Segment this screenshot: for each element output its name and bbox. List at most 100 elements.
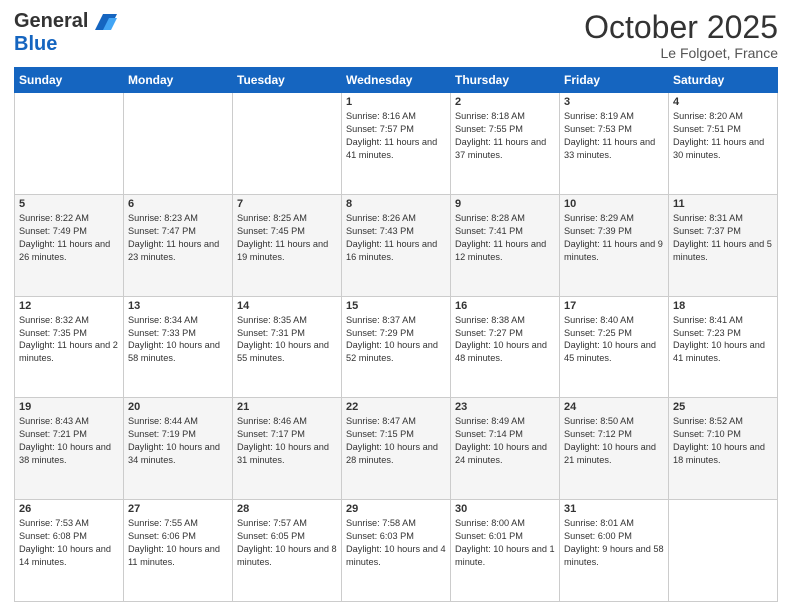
calendar-cell: 10Sunrise: 8:29 AMSunset: 7:39 PMDayligh… <box>560 194 669 296</box>
calendar-cell <box>124 93 233 195</box>
calendar-week-row: 12Sunrise: 8:32 AMSunset: 7:35 PMDayligh… <box>15 296 778 398</box>
calendar-week-row: 19Sunrise: 8:43 AMSunset: 7:21 PMDayligh… <box>15 398 778 500</box>
daylight-hours: Daylight: 10 hours and 34 minutes. <box>128 442 220 465</box>
calendar-cell: 14Sunrise: 8:35 AMSunset: 7:31 PMDayligh… <box>233 296 342 398</box>
calendar-cell: 2 Sunrise: 8:18 AMSunset: 7:55 PMDaylight… <box>451 93 560 195</box>
day-info: Sunrise: 8:34 AMSunset: 7:33 PMDaylight:… <box>128 314 228 366</box>
daylight-hours: Daylight: 11 hours and 9 minutes. <box>564 239 663 262</box>
col-tuesday: Tuesday <box>233 68 342 93</box>
day-info: Sunrise: 8:40 AMSunset: 7:25 PMDaylight:… <box>564 314 664 366</box>
calendar-header-row: Sunday Monday Tuesday Wednesday Thursday… <box>15 68 778 93</box>
calendar-cell: 11 Sunrise: 8:31 AMSunset: 7:37 PMDayligh… <box>669 194 778 296</box>
day-number: 29 <box>346 503 446 515</box>
calendar-cell: 28 Sunrise: 7:57 AMSunset: 6:05 PMDayligh… <box>233 500 342 602</box>
daylight-hours: Daylight: 10 hours and 18 minutes. <box>673 442 765 465</box>
col-saturday: Saturday <box>669 68 778 93</box>
calendar-cell: 16 Sunrise: 8:38 AMSunset: 7:27 PMDayligh… <box>451 296 560 398</box>
calendar-cell: 7Sunrise: 8:25 AMSunset: 7:45 PMDaylight… <box>233 194 342 296</box>
day-info: Sunrise: 8:01 AMSunset: 6:00 PMDaylight:… <box>564 517 664 569</box>
day-number: 20 <box>128 401 228 413</box>
daylight-hours: Daylight: 11 hours and 41 minutes. <box>346 137 437 160</box>
day-number: 8 <box>346 198 446 210</box>
col-monday: Monday <box>124 68 233 93</box>
day-number: 2 <box>455 96 555 108</box>
day-info: Sunrise: 8:50 AMSunset: 7:12 PMDaylight:… <box>564 415 664 467</box>
day-info: Sunrise: 7:55 AMSunset: 6:06 PMDaylight:… <box>128 517 228 569</box>
daylight-hours: Daylight: 11 hours and 12 minutes. <box>455 239 546 262</box>
calendar-cell: 17Sunrise: 8:40 AMSunset: 7:25 PMDayligh… <box>560 296 669 398</box>
logo-general: General <box>14 10 88 32</box>
daylight-hours: Daylight: 11 hours and 30 minutes. <box>673 137 764 160</box>
daylight-hours: Daylight: 10 hours and 11 minutes. <box>128 544 220 567</box>
daylight-hours: Daylight: 11 hours and 23 minutes. <box>128 239 219 262</box>
calendar-cell: 6Sunrise: 8:23 AMSunset: 7:47 PMDaylight… <box>124 194 233 296</box>
day-info: Sunrise: 8:47 AMSunset: 7:15 PMDaylight:… <box>346 415 446 467</box>
calendar-cell: 31Sunrise: 8:01 AMSunset: 6:00 PMDayligh… <box>560 500 669 602</box>
day-number: 13 <box>128 300 228 312</box>
daylight-hours: Daylight: 11 hours and 33 minutes. <box>564 137 655 160</box>
day-number: 12 <box>19 300 119 312</box>
daylight-hours: Daylight: 11 hours and 26 minutes. <box>19 239 110 262</box>
daylight-hours: Daylight: 10 hours and 58 minutes. <box>128 340 220 363</box>
calendar-cell: 23Sunrise: 8:49 AMSunset: 7:14 PMDayligh… <box>451 398 560 500</box>
day-info: Sunrise: 8:38 AMSunset: 7:27 PMDaylight:… <box>455 314 555 366</box>
day-number: 18 <box>673 300 773 312</box>
calendar-week-row: 26Sunrise: 7:53 AMSunset: 6:08 PMDayligh… <box>15 500 778 602</box>
day-info: Sunrise: 8:37 AMSunset: 7:29 PMDaylight:… <box>346 314 446 366</box>
calendar-cell: 24Sunrise: 8:50 AMSunset: 7:12 PMDayligh… <box>560 398 669 500</box>
page-container: General Blue October 2025 Le Folgoet, Fr… <box>0 0 792 612</box>
logo-icon <box>95 14 117 30</box>
month-title: October 2025 <box>584 10 778 45</box>
calendar-cell: 29 Sunrise: 7:58 AMSunset: 6:03 PMDayligh… <box>342 500 451 602</box>
day-number: 7 <box>237 198 337 210</box>
calendar-cell: 25Sunrise: 8:52 AMSunset: 7:10 PMDayligh… <box>669 398 778 500</box>
day-info: Sunrise: 8:49 AMSunset: 7:14 PMDaylight:… <box>455 415 555 467</box>
day-number: 16 <box>455 300 555 312</box>
daylight-hours: Daylight: 10 hours and 24 minutes. <box>455 442 547 465</box>
col-thursday: Thursday <box>451 68 560 93</box>
calendar-cell: 18 Sunrise: 8:41 AMSunset: 7:23 PMDayligh… <box>669 296 778 398</box>
calendar-cell: 8 Sunrise: 8:26 AMSunset: 7:43 PMDaylight… <box>342 194 451 296</box>
daylight-hours: Daylight: 10 hours and 55 minutes. <box>237 340 329 363</box>
daylight-hours: Daylight: 10 hours and 48 minutes. <box>455 340 547 363</box>
day-number: 26 <box>19 503 119 515</box>
day-info: Sunrise: 7:58 AMSunset: 6:03 PMDaylight:… <box>346 517 446 569</box>
calendar-cell: 27 Sunrise: 7:55 AMSunset: 6:06 PMDayligh… <box>124 500 233 602</box>
day-number: 15 <box>346 300 446 312</box>
col-wednesday: Wednesday <box>342 68 451 93</box>
day-info: Sunrise: 8:22 AMSunset: 7:49 PMDaylight:… <box>19 212 119 264</box>
day-number: 27 <box>128 503 228 515</box>
day-info: Sunrise: 8:43 AMSunset: 7:21 PMDaylight:… <box>19 415 119 467</box>
day-info: Sunrise: 8:29 AMSunset: 7:39 PMDaylight:… <box>564 212 664 264</box>
day-info: Sunrise: 8:44 AMSunset: 7:19 PMDaylight:… <box>128 415 228 467</box>
day-number: 11 <box>673 198 773 210</box>
daylight-hours: Daylight: 10 hours and 4 minutes. <box>346 544 446 567</box>
day-number: 9 <box>455 198 555 210</box>
logo-text: General <box>14 10 118 33</box>
calendar-cell: 3Sunrise: 8:19 AMSunset: 7:53 PMDaylight… <box>560 93 669 195</box>
day-number: 22 <box>346 401 446 413</box>
daylight-hours: Daylight: 11 hours and 37 minutes. <box>455 137 546 160</box>
day-info: Sunrise: 8:16 AMSunset: 7:57 PMDaylight:… <box>346 110 446 162</box>
calendar-cell: 26Sunrise: 7:53 AMSunset: 6:08 PMDayligh… <box>15 500 124 602</box>
calendar-week-row: 5Sunrise: 8:22 AMSunset: 7:49 PMDaylight… <box>15 194 778 296</box>
day-info: Sunrise: 8:18 AMSunset: 7:55 PMDaylight:… <box>455 110 555 162</box>
day-info: Sunrise: 7:57 AMSunset: 6:05 PMDaylight:… <box>237 517 337 569</box>
calendar-cell: 19Sunrise: 8:43 AMSunset: 7:21 PMDayligh… <box>15 398 124 500</box>
day-number: 6 <box>128 198 228 210</box>
day-info: Sunrise: 8:26 AMSunset: 7:43 PMDaylight:… <box>346 212 446 264</box>
calendar-cell: 5Sunrise: 8:22 AMSunset: 7:49 PMDaylight… <box>15 194 124 296</box>
day-info: Sunrise: 8:41 AMSunset: 7:23 PMDaylight:… <box>673 314 773 366</box>
calendar-cell: 4Sunrise: 8:20 AMSunset: 7:51 PMDaylight… <box>669 93 778 195</box>
day-info: Sunrise: 8:00 AMSunset: 6:01 PMDaylight:… <box>455 517 555 569</box>
calendar-cell <box>15 93 124 195</box>
day-info: Sunrise: 8:31 AMSunset: 7:37 PMDaylight:… <box>673 212 773 264</box>
calendar-cell <box>669 500 778 602</box>
day-info: Sunrise: 8:46 AMSunset: 7:17 PMDaylight:… <box>237 415 337 467</box>
logo: General Blue <box>14 10 118 56</box>
day-info: Sunrise: 8:52 AMSunset: 7:10 PMDaylight:… <box>673 415 773 467</box>
calendar-cell: 1 Sunrise: 8:16 AMSunset: 7:57 PMDaylight… <box>342 93 451 195</box>
daylight-hours: Daylight: 10 hours and 14 minutes. <box>19 544 111 567</box>
day-number: 1 <box>346 96 446 108</box>
day-number: 28 <box>237 503 337 515</box>
